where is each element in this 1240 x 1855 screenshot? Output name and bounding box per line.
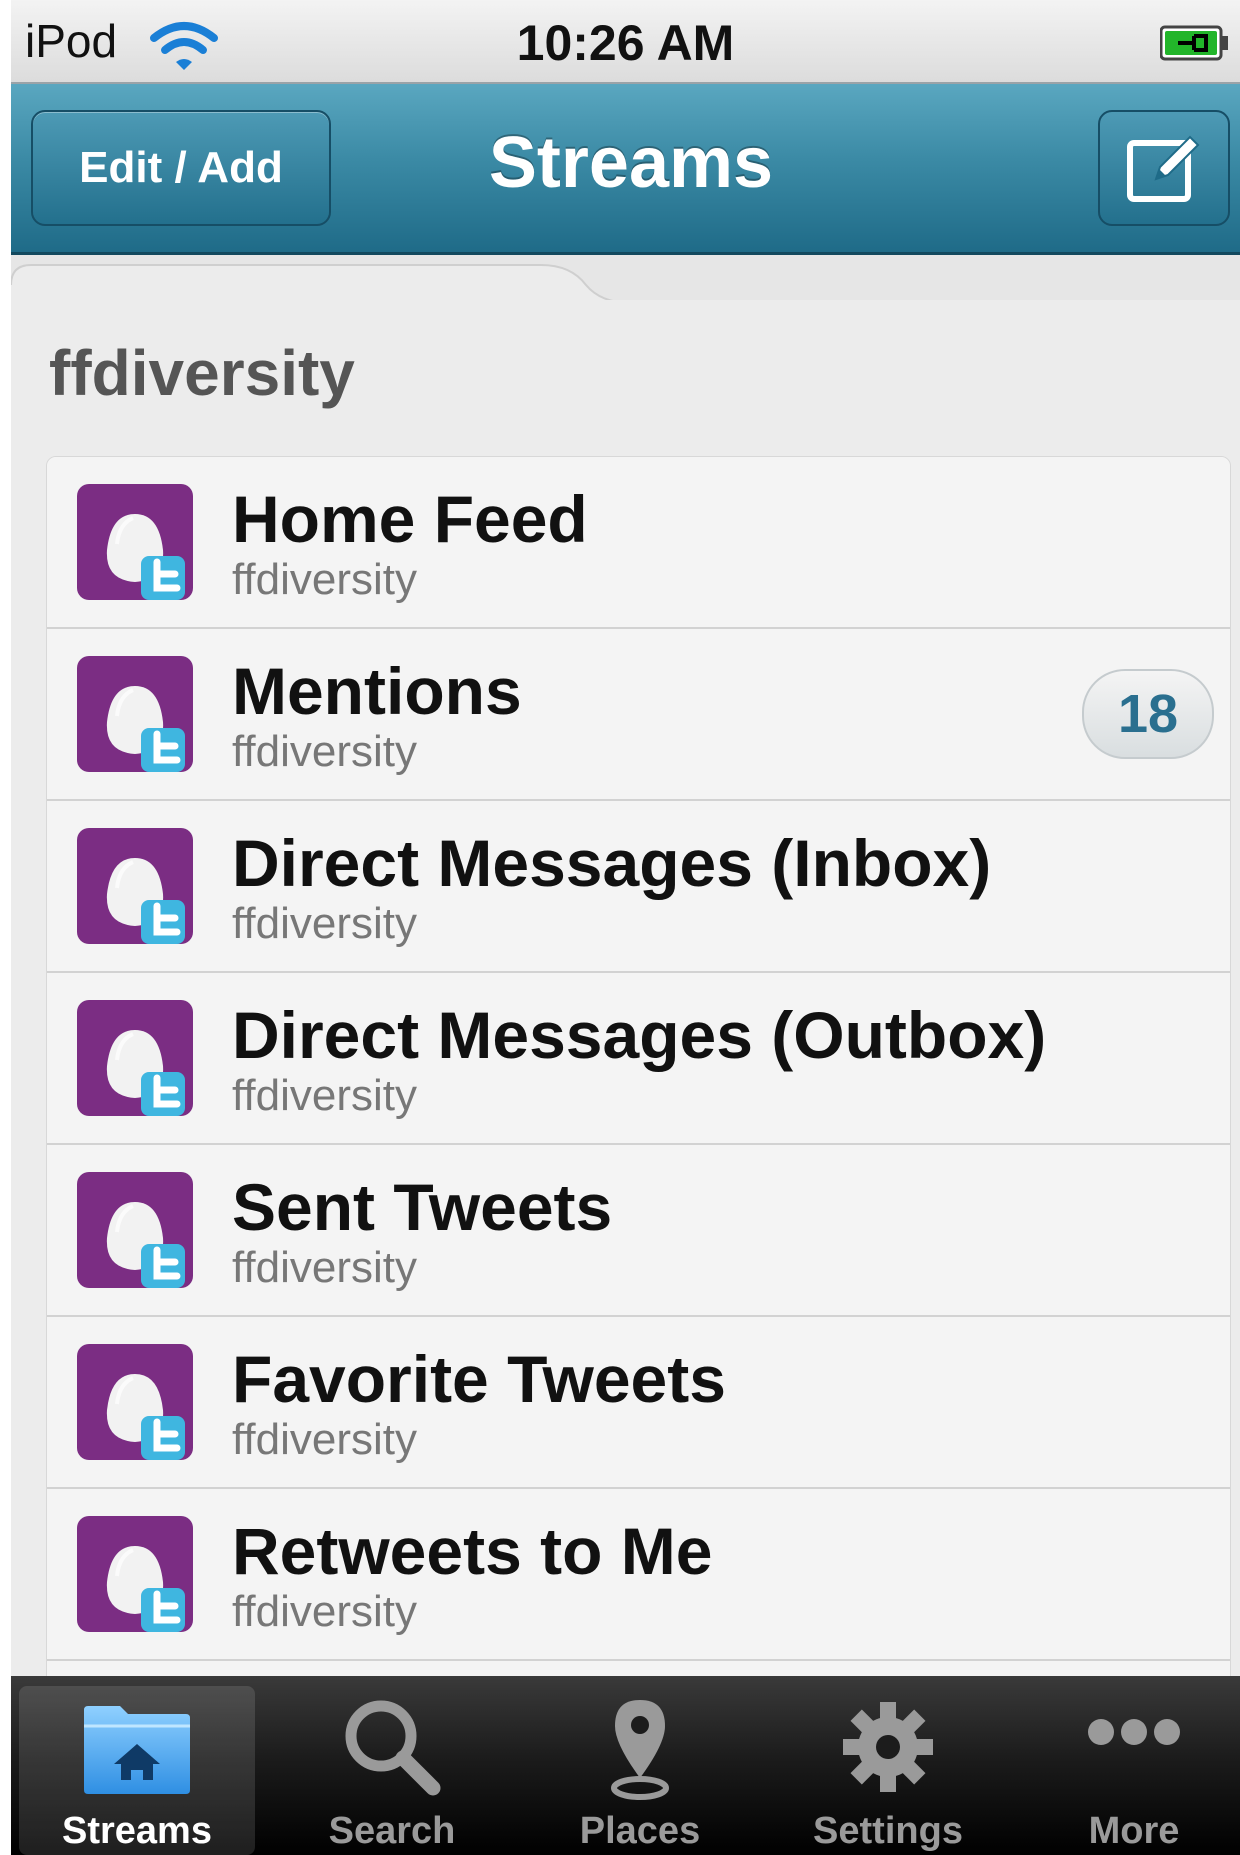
compose-icon <box>1127 135 1200 202</box>
stream-account: ffdiversity <box>232 1243 418 1292</box>
stream-row[interactable]: Sent Tweets ffdiversity <box>47 1145 1230 1317</box>
twitter-egg-avatar-icon <box>77 828 193 944</box>
tab-streams[interactable]: Streams <box>19 1686 255 1855</box>
unread-count-badge: 18 <box>1082 669 1214 759</box>
stream-row[interactable]: Direct Messages (Inbox) ffdiversity <box>47 801 1230 973</box>
compose-button[interactable] <box>1098 110 1230 226</box>
stream-row[interactable]: Retweets to Me ffdiversity <box>47 1489 1230 1661</box>
twitter-egg-avatar-icon <box>77 484 193 600</box>
tab-bar: Streams Search Places Settings More <box>11 1676 1240 1855</box>
tab-settings[interactable]: Settings <box>765 1676 1011 1855</box>
tab-places[interactable]: Places <box>517 1676 763 1855</box>
stream-title: Retweets to Me <box>232 1514 713 1588</box>
stream-title: Favorite Tweets <box>232 1342 726 1416</box>
navigation-bar: Edit / Add Streams <box>11 84 1240 255</box>
tab-label: More <box>1088 1810 1180 1852</box>
stream-row[interactable]: Home Feed ffdiversity <box>47 457 1230 629</box>
stream-title: Direct Messages (Inbox) <box>232 826 992 900</box>
tab-label: Places <box>579 1810 701 1852</box>
battery-charging-icon <box>1160 25 1228 61</box>
stream-row[interactable]: Direct Messages (Outbox) ffdiversity <box>47 973 1230 1145</box>
map-pin-icon <box>611 1700 669 1800</box>
stream-account: ffdiversity <box>232 555 418 604</box>
account-section-title: ffdiversity <box>49 337 355 409</box>
gear-icon <box>843 1702 933 1792</box>
stream-title: Sent Tweets <box>232 1170 613 1244</box>
stream-row[interactable]: Favorite Tweets ffdiversity <box>47 1317 1230 1489</box>
stream-title: Mentions <box>232 654 522 728</box>
app-screen: iPod 10:26 AM Edit / Add Streams ffdiver… <box>11 0 1240 1855</box>
stream-account: ffdiversity <box>232 727 418 776</box>
twitter-egg-avatar-icon <box>77 656 193 772</box>
tab-label: Search <box>328 1810 456 1852</box>
streams-list: Home Feed ffdiversity Mentions ffdiversi… <box>46 456 1231 1678</box>
more-dots-icon <box>1088 1719 1180 1745</box>
tab-more[interactable]: More <box>1011 1676 1240 1855</box>
stream-title: Home Feed <box>232 482 588 556</box>
stream-account: ffdiversity <box>232 1071 418 1120</box>
page-title: Streams <box>488 123 774 203</box>
tab-search[interactable]: Search <box>269 1676 515 1855</box>
clock: 10:26 AM <box>516 15 735 71</box>
stream-account: ffdiversity <box>232 1415 418 1464</box>
status-bar: iPod 10:26 AM <box>11 0 1240 84</box>
twitter-egg-avatar-icon <box>77 1344 193 1460</box>
twitter-egg-avatar-icon <box>77 1516 193 1632</box>
tab-label: Settings <box>813 1810 963 1852</box>
twitter-egg-avatar-icon <box>77 1000 193 1116</box>
folder-home-icon <box>84 1706 190 1794</box>
twitter-egg-avatar-icon <box>77 1172 193 1288</box>
tab-label: Streams <box>62 1810 212 1852</box>
magnifier-icon <box>345 1700 441 1796</box>
stream-account: ffdiversity <box>232 899 418 948</box>
stream-title: Direct Messages (Outbox) <box>232 998 1047 1072</box>
stream-account: ffdiversity <box>232 1587 418 1636</box>
stream-row[interactable]: Mentions ffdiversity 18 <box>47 629 1230 801</box>
